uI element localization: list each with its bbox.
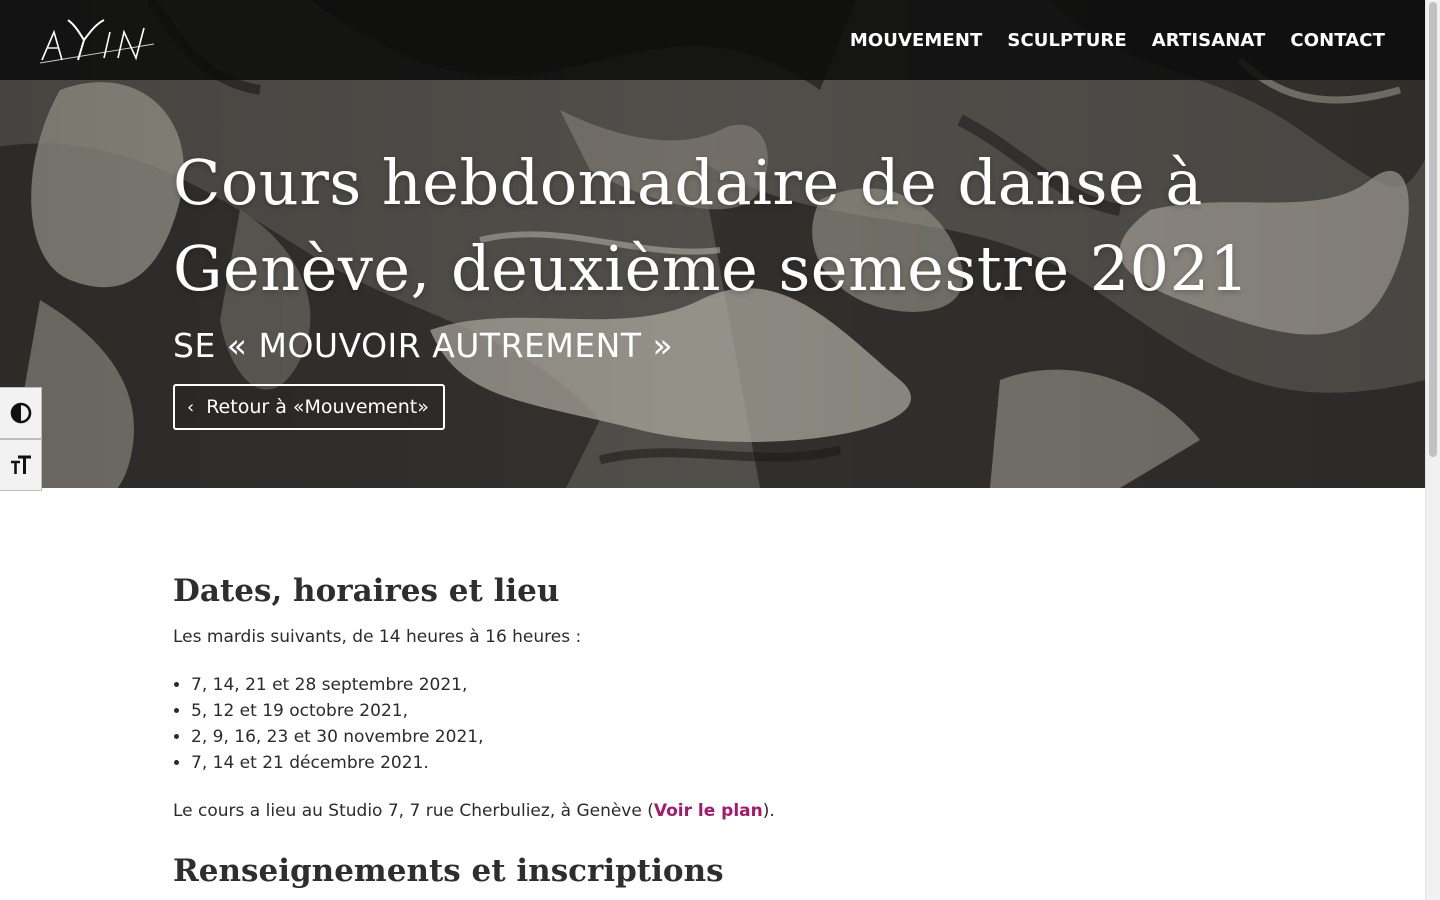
back-to-mouvement-button[interactable]: ‹ Retour à «Mouvement» xyxy=(173,384,445,430)
hero-content: Cours hebdomadaire de danse à Genève, de… xyxy=(173,140,1273,430)
view-map-link[interactable]: Voir le plan xyxy=(654,801,763,821)
list-item: 2, 9, 16, 23 et 30 novembre 2021, xyxy=(191,724,1273,750)
page-title: Cours hebdomadaire de danse à Genève, de… xyxy=(173,146,1250,305)
section-heading-registration: Renseignements et inscriptions xyxy=(173,853,724,889)
list-item: 7, 14, 21 et 28 septembre 2021, xyxy=(191,672,1273,698)
venue-text: Le cours a lieu au Studio 7, 7 rue Cherb… xyxy=(173,801,654,821)
nav-item-sculpture[interactable]: SCULPTURE xyxy=(1007,30,1126,51)
schedule-intro: Les mardis suivants, de 14 heures à 16 h… xyxy=(173,627,582,647)
section-heading-dates: Dates, horaires et lieu xyxy=(173,573,560,609)
nav-item-artisanat[interactable]: ARTISANAT xyxy=(1152,30,1266,51)
page-subtitle: SE « MOUVOIR AUTREMENT » xyxy=(173,326,674,365)
toggle-contrast-button[interactable] xyxy=(0,387,42,439)
scrollbar-thumb[interactable] xyxy=(1429,2,1437,457)
list-item: 7, 14 et 21 décembre 2021. xyxy=(191,750,1273,776)
nav-item-mouvement[interactable]: MOUVEMENT xyxy=(850,30,983,51)
site-logo[interactable] xyxy=(38,14,158,66)
font-size-button[interactable] xyxy=(0,439,42,491)
page-scrollbar[interactable] xyxy=(1425,0,1440,900)
list-item: 5, 12 et 19 octobre 2021, xyxy=(191,698,1273,724)
venue-text-end: ). xyxy=(762,801,775,821)
nav-item-contact[interactable]: CONTACT xyxy=(1290,30,1385,51)
main-navigation: MOUVEMENT SCULPTURE ARTISANAT CONTACT xyxy=(850,0,1385,80)
dates-list: 7, 14, 21 et 28 septembre 2021, 5, 12 et… xyxy=(173,672,1273,776)
accessibility-toolbar xyxy=(0,387,42,491)
ayin-logo-mark xyxy=(39,19,155,64)
main-content: Dates, horaires et lieu Les mardis suiva… xyxy=(173,568,1273,894)
contrast-icon xyxy=(10,402,31,424)
site-header: MOUVEMENT SCULPTURE ARTISANAT CONTACT xyxy=(0,0,1425,80)
venue-paragraph: Le cours a lieu au Studio 7, 7 rue Cherb… xyxy=(173,798,1273,824)
chevron-left-icon: ‹ xyxy=(187,396,195,418)
back-button-label: Retour à «Mouvement» xyxy=(206,396,429,418)
font-size-icon xyxy=(10,455,31,474)
